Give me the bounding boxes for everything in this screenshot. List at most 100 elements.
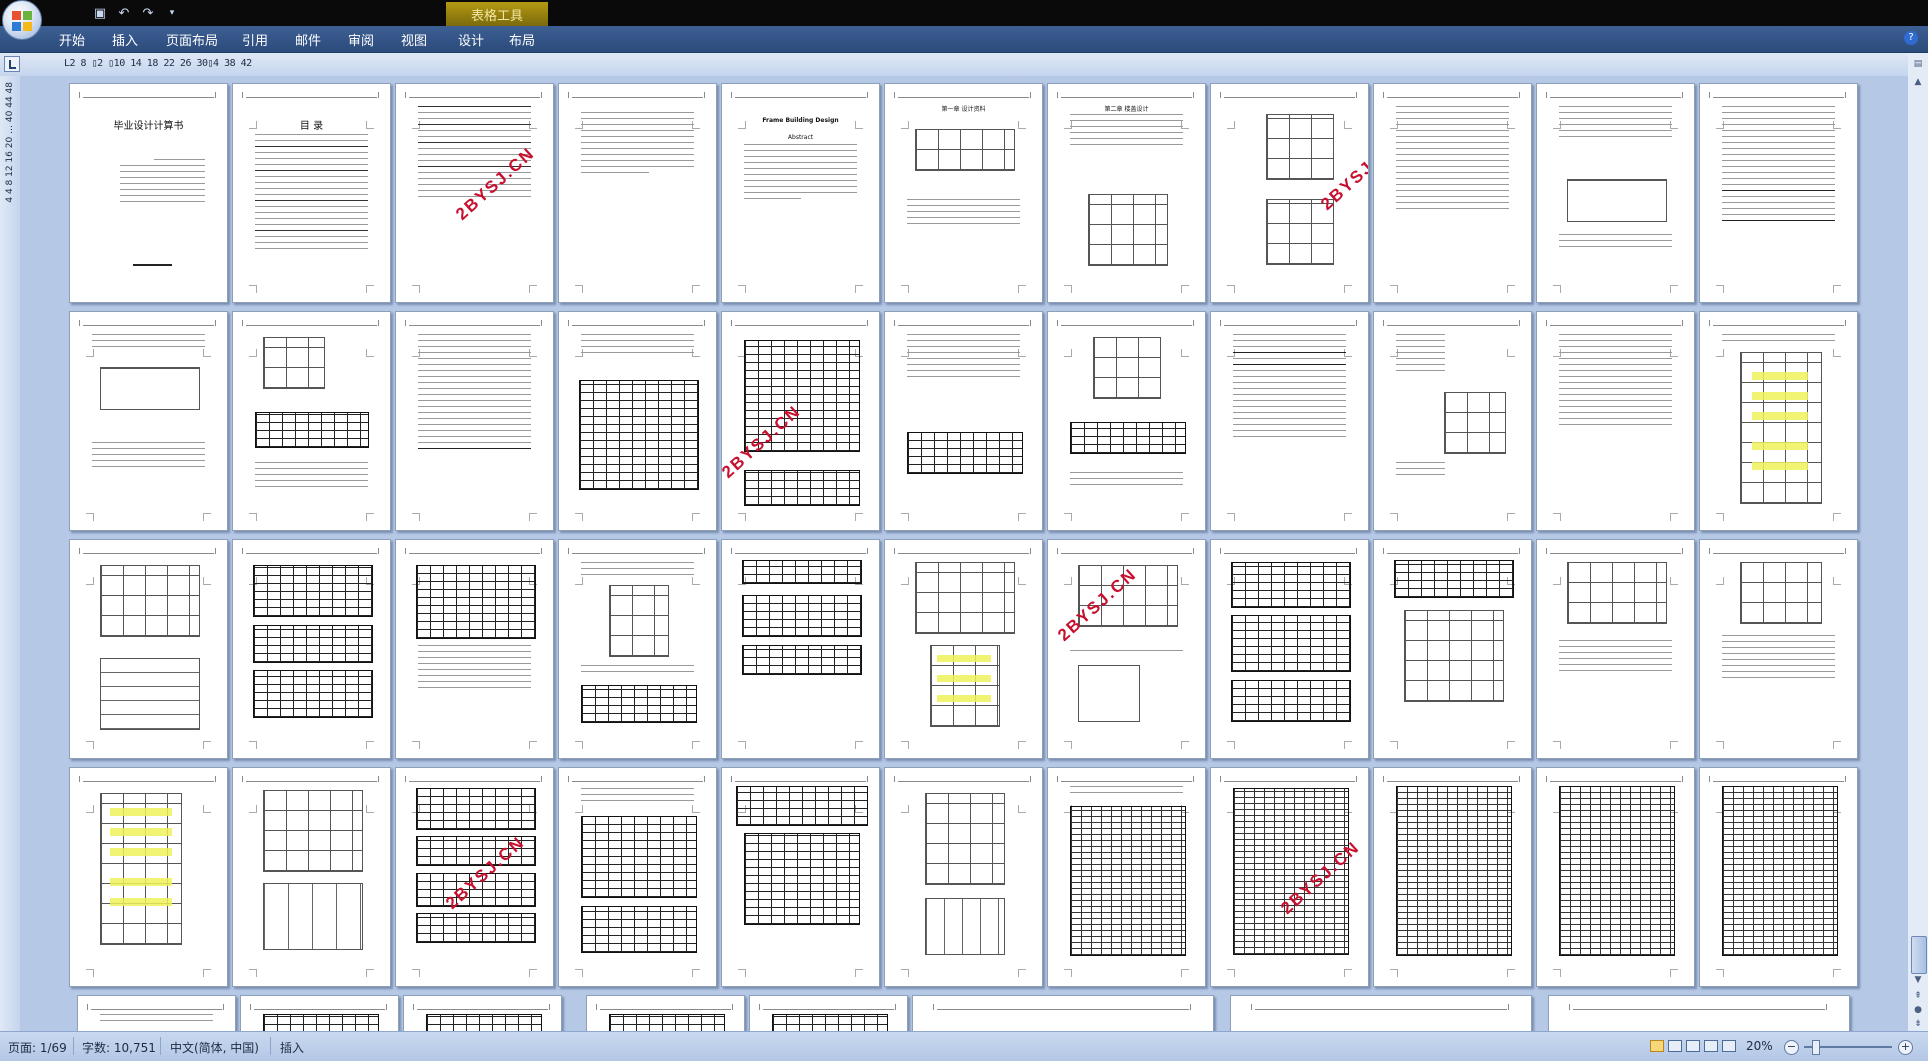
- zoom-level[interactable]: 20%: [1746, 1039, 1773, 1053]
- horizontal-ruler[interactable]: L2 8 ▯2 ▯10 14 18 22 26 30▯4 38 42: [0, 53, 1928, 76]
- help-icon[interactable]: ?: [1904, 31, 1918, 45]
- status-bar: 页面: 1/69 字数: 10,751 中文(简体, 中国) 插入 20% − …: [0, 1031, 1928, 1061]
- tab-page-layout[interactable]: 页面布局: [166, 30, 218, 49]
- draft-view-icon[interactable]: [1722, 1040, 1736, 1052]
- page-thumbnail[interactable]: 第一章 设计资料: [884, 83, 1043, 303]
- page-thumbnail[interactable]: [721, 767, 880, 987]
- tab-design[interactable]: 设计: [458, 30, 484, 49]
- vertical-scrollbar[interactable]: ▤ ▲ ▼ ⇞ ● ⇟: [1908, 53, 1928, 1031]
- page-thumbnail[interactable]: [240, 995, 399, 1031]
- word-count[interactable]: 字数: 10,751: [82, 1039, 156, 1056]
- customize-icon[interactable]: ▾: [164, 5, 180, 21]
- tab-view[interactable]: 视图: [401, 30, 427, 49]
- zoom-out-icon[interactable]: −: [1784, 1040, 1799, 1055]
- print-layout-view-icon[interactable]: [1650, 1040, 1664, 1052]
- previous-page-icon[interactable]: ⇞: [1910, 989, 1926, 1003]
- page-thumbnail[interactable]: [1210, 539, 1369, 759]
- page-thumbnail[interactable]: 2BYSJ.CN: [1210, 767, 1369, 987]
- office-button[interactable]: [2, 0, 42, 40]
- page-thumbnail[interactable]: [232, 539, 391, 759]
- tab-layout[interactable]: 布局: [509, 30, 535, 49]
- page-thumbnail[interactable]: 目 录: [232, 83, 391, 303]
- tab-references[interactable]: 引用: [242, 30, 268, 49]
- select-browse-object-icon[interactable]: ●: [1910, 1003, 1926, 1017]
- page-thumbnail[interactable]: 第二章 楼盖设计: [1047, 83, 1206, 303]
- page-thumbnail[interactable]: [558, 311, 717, 531]
- title-bar: ▣ ↶ ↷ ▾ 表格工具: [0, 0, 1928, 26]
- page-indicator[interactable]: 页面: 1/69: [8, 1039, 67, 1056]
- page-thumbnail[interactable]: [1548, 995, 1850, 1031]
- zoom-in-icon[interactable]: +: [1898, 1040, 1913, 1055]
- vertical-ruler[interactable]: 4 4 8 12 16 20 … 40 44 48: [0, 76, 20, 1031]
- page-thumbnail[interactable]: [1699, 539, 1858, 759]
- page-thumbnail[interactable]: [1536, 767, 1695, 987]
- tab-mailings[interactable]: 邮件: [295, 30, 321, 49]
- redo-icon[interactable]: ↷: [140, 5, 156, 21]
- undo-icon[interactable]: ↶: [116, 5, 132, 21]
- page-thumbnail[interactable]: 2BYSJ.CN: [1210, 83, 1369, 303]
- page-thumbnail[interactable]: [232, 767, 391, 987]
- page-thumbnail[interactable]: [558, 539, 717, 759]
- tab-home[interactable]: 开始: [59, 30, 85, 49]
- page-thumbnail[interactable]: [1047, 311, 1206, 531]
- page-thumbnail[interactable]: 2BYSJ.CN: [1047, 539, 1206, 759]
- page-thumbnail[interactable]: [1210, 311, 1369, 531]
- page-thumbnail[interactable]: [884, 539, 1043, 759]
- page-thumbnail[interactable]: [1699, 311, 1858, 531]
- page-thumbnail[interactable]: [1699, 83, 1858, 303]
- page-thumbnail[interactable]: [403, 995, 562, 1031]
- english-title: Frame Building Design: [762, 117, 839, 124]
- save-icon[interactable]: ▣: [92, 5, 108, 21]
- page-thumbnail[interactable]: [884, 767, 1043, 987]
- page-thumbnail[interactable]: [77, 995, 236, 1031]
- page-thumbnail[interactable]: [721, 539, 880, 759]
- document-area[interactable]: 毕业设计计算书 目 录 2BYSJ.CN Frame Building Desi…: [20, 76, 1908, 1031]
- page-thumbnail[interactable]: [69, 311, 228, 531]
- vertical-ruler-marks: 4 4 8 12 16 20 … 40 44 48: [5, 82, 15, 203]
- page-thumbnail[interactable]: [1536, 539, 1695, 759]
- tab-review[interactable]: 审阅: [348, 30, 374, 49]
- page-thumbnail[interactable]: [1047, 767, 1206, 987]
- page-thumbnail[interactable]: [912, 995, 1214, 1031]
- scroll-up-icon[interactable]: ▲: [1910, 75, 1926, 89]
- scroll-down-icon[interactable]: ▼: [1910, 973, 1926, 987]
- office-logo-icon: [12, 11, 21, 20]
- full-screen-reading-view-icon[interactable]: [1668, 1040, 1682, 1052]
- page-thumbnail[interactable]: [749, 995, 908, 1031]
- abstract-title: Abstract: [787, 134, 814, 141]
- scrollbar-thumb[interactable]: [1911, 936, 1927, 974]
- next-page-icon[interactable]: ⇟: [1910, 1017, 1926, 1031]
- zoom-slider-thumb[interactable]: [1812, 1040, 1820, 1055]
- page-thumbnail[interactable]: [232, 311, 391, 531]
- page-thumbnail[interactable]: 2BYSJ.CN: [395, 767, 554, 987]
- office-logo-quadrant: [12, 22, 21, 31]
- page-thumbnail[interactable]: [586, 995, 745, 1031]
- page-thumbnail[interactable]: [395, 311, 554, 531]
- page-thumbnail[interactable]: [1230, 995, 1532, 1031]
- ruler-view-icon[interactable]: ▤: [1910, 57, 1926, 71]
- page-thumbnail[interactable]: 毕业设计计算书: [69, 83, 228, 303]
- page-thumbnail[interactable]: 2BYSJ.CN: [721, 311, 880, 531]
- page-thumbnail[interactable]: 2BYSJ.CN: [395, 83, 554, 303]
- page-thumbnail[interactable]: [1373, 83, 1532, 303]
- page-thumbnail[interactable]: [395, 539, 554, 759]
- page-thumbnail[interactable]: [1536, 83, 1695, 303]
- page-thumbnail[interactable]: [69, 539, 228, 759]
- page-thumbnail[interactable]: [1373, 767, 1532, 987]
- page-thumbnail[interactable]: [558, 83, 717, 303]
- page-thumbnail[interactable]: [558, 767, 717, 987]
- page-thumbnail[interactable]: [1373, 311, 1532, 531]
- tab-stop-selector[interactable]: [4, 56, 20, 72]
- page-thumbnail[interactable]: [884, 311, 1043, 531]
- page-thumbnail[interactable]: [1373, 539, 1532, 759]
- outline-view-icon[interactable]: [1704, 1040, 1718, 1052]
- web-layout-view-icon[interactable]: [1686, 1040, 1700, 1052]
- toc-title: 目 录: [299, 121, 324, 132]
- language-indicator[interactable]: 中文(简体, 中国): [170, 1039, 259, 1056]
- tab-insert[interactable]: 插入: [112, 30, 138, 49]
- page-thumbnail[interactable]: [1699, 767, 1858, 987]
- page-thumbnail[interactable]: Frame Building Design Abstract: [721, 83, 880, 303]
- page-thumbnail[interactable]: [1536, 311, 1695, 531]
- page-thumbnail[interactable]: [69, 767, 228, 987]
- insert-mode-indicator[interactable]: 插入: [280, 1039, 304, 1056]
